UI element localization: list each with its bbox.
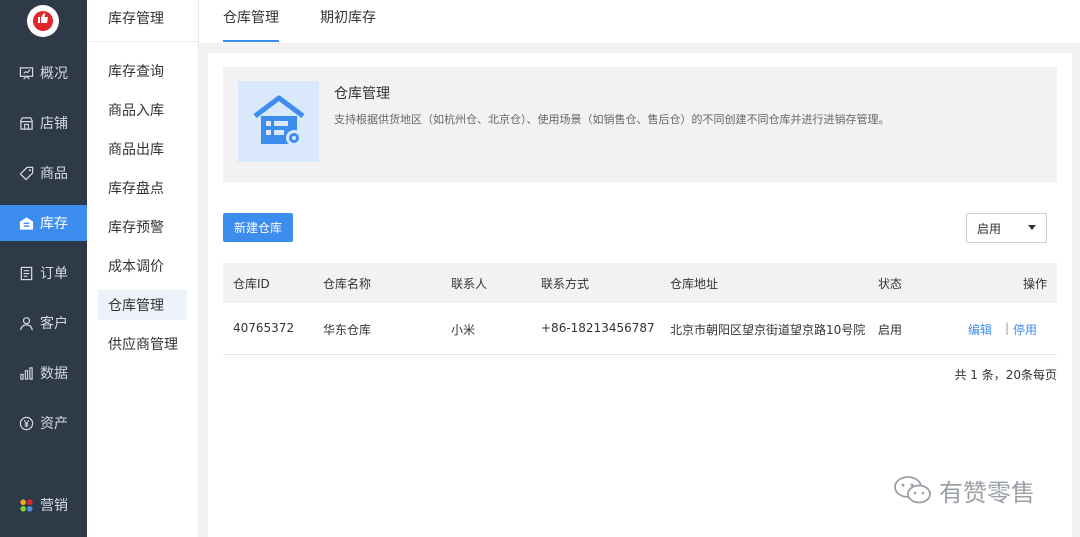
edit-link[interactable]: 编辑 xyxy=(968,321,992,338)
main-nav: 概况 店铺 商品 库存 订单 客户 数据 资产 营销 xyxy=(0,0,87,537)
watermark-text: 有赞零售 xyxy=(939,478,1035,507)
order-icon xyxy=(18,265,34,281)
tab-opening-stock[interactable]: 期初库存 xyxy=(320,7,376,27)
nav-item-assets[interactable]: 资产 xyxy=(0,405,87,441)
cell-status: 启用 xyxy=(878,323,903,337)
column-header: 联系方式 xyxy=(541,277,590,291)
cell-warehouse-name: 华东仓库 xyxy=(323,323,372,337)
table-row: 40765372 华东仓库 小米 +86-18213456787 北京市朝阳区望… xyxy=(223,303,1057,355)
nav-item-overview[interactable]: 概况 xyxy=(0,55,87,91)
active-tab-indicator xyxy=(223,40,279,42)
inventory-icon xyxy=(18,215,34,231)
sidebar-item-warehouse[interactable]: 仓库管理 xyxy=(98,290,187,320)
wechat-icon xyxy=(894,476,931,504)
sidebar-item-supplier[interactable]: 供应商管理 xyxy=(98,329,187,359)
column-header: 联系人 xyxy=(451,277,488,291)
main-panel: 仓库管理 支持根据供货地区（如杭州仓、北京仓）、使用场景（如销售仓、售后仓）的不… xyxy=(208,53,1072,537)
nav-item-label: 商品 xyxy=(40,166,68,182)
nav-item-orders[interactable]: 订单 xyxy=(0,255,87,291)
sidebar-item-cost-adjust[interactable]: 成本调价 xyxy=(98,251,187,281)
sidebar-item-stock-query[interactable]: 库存查询 xyxy=(98,56,187,86)
app-logo[interactable] xyxy=(27,5,59,37)
column-header: 状态 xyxy=(878,277,903,291)
nav-item-data[interactable]: 数据 xyxy=(0,355,87,391)
column-header: 仓库名称 xyxy=(323,277,372,291)
caret-down-icon xyxy=(1028,225,1036,230)
cell-warehouse-id: 40765372 xyxy=(233,321,295,335)
subnav-title: 库存管理 xyxy=(108,11,164,27)
marketing-icon xyxy=(18,497,34,513)
store-icon xyxy=(18,115,34,131)
status-filter-value: 启用 xyxy=(977,221,1002,236)
customer-icon xyxy=(18,315,34,331)
nav-item-label: 库存 xyxy=(40,216,68,232)
yuan-icon xyxy=(18,415,34,431)
sidebar-item-stock-alert[interactable]: 库存预警 xyxy=(98,212,187,242)
nav-item-label: 资产 xyxy=(40,416,68,432)
cell-address: 北京市朝阳区望京街道望京路10号院 xyxy=(670,323,866,337)
banner-description: 支持根据供货地区（如杭州仓、北京仓）、使用场景（如销售仓、售后仓）的不同创建不同… xyxy=(334,113,890,126)
sidebar-item-stock-out[interactable]: 商品出库 xyxy=(98,134,187,164)
table-header: 仓库ID 仓库名称 联系人 联系方式 仓库地址 状态 操作 xyxy=(223,263,1057,303)
tag-icon xyxy=(18,165,34,181)
nav-item-store[interactable]: 店铺 xyxy=(0,105,87,141)
cell-phone: +86-18213456787 xyxy=(541,321,655,335)
nav-item-customers[interactable]: 客户 xyxy=(0,305,87,341)
nav-item-goods[interactable]: 商品 xyxy=(0,155,87,191)
overview-icon xyxy=(18,65,34,81)
thumbs-up-icon xyxy=(33,11,53,31)
nav-item-label: 营销 xyxy=(40,498,68,514)
nav-item-label: 客户 xyxy=(40,316,68,332)
sub-sidebar: 库存管理 库存查询 商品入库 商品出库 库存盘点 库存预警 成本调价 仓库管理 … xyxy=(87,0,199,537)
banner-title: 仓库管理 xyxy=(334,86,390,102)
new-warehouse-button[interactable]: 新建仓库 xyxy=(223,213,293,242)
action-separator: | xyxy=(1005,321,1010,335)
status-filter-select[interactable]: 启用 xyxy=(966,213,1047,243)
info-banner: 仓库管理 支持根据供货地区（如杭州仓、北京仓）、使用场景（如销售仓、售后仓）的不… xyxy=(223,67,1057,182)
nav-item-label: 数据 xyxy=(40,366,68,382)
column-header: 仓库地址 xyxy=(670,277,719,291)
divider xyxy=(87,41,198,42)
watermark: 有赞零售 xyxy=(893,472,1035,508)
pagination-summary: 共 1 条，20条每页 xyxy=(954,368,1057,382)
column-header: 仓库ID xyxy=(233,277,270,291)
sidebar-item-stocktake[interactable]: 库存盘点 xyxy=(98,173,187,203)
disable-link[interactable]: 停用 xyxy=(1013,321,1037,338)
tab-warehouse[interactable]: 仓库管理 xyxy=(223,7,279,27)
nav-item-label: 订单 xyxy=(40,266,68,282)
column-header: 操作 xyxy=(1022,277,1047,291)
nav-item-label: 店铺 xyxy=(40,116,68,132)
chart-icon xyxy=(18,365,34,381)
warehouse-icon xyxy=(238,81,319,162)
nav-item-inventory[interactable]: 库存 xyxy=(0,205,87,241)
tab-bar: 仓库管理 期初库存 xyxy=(199,0,1080,43)
nav-item-marketing[interactable]: 营销 xyxy=(0,487,87,523)
sidebar-item-stock-in[interactable]: 商品入库 xyxy=(98,95,187,125)
cell-contact: 小米 xyxy=(451,323,476,337)
nav-item-label: 概况 xyxy=(40,66,68,82)
